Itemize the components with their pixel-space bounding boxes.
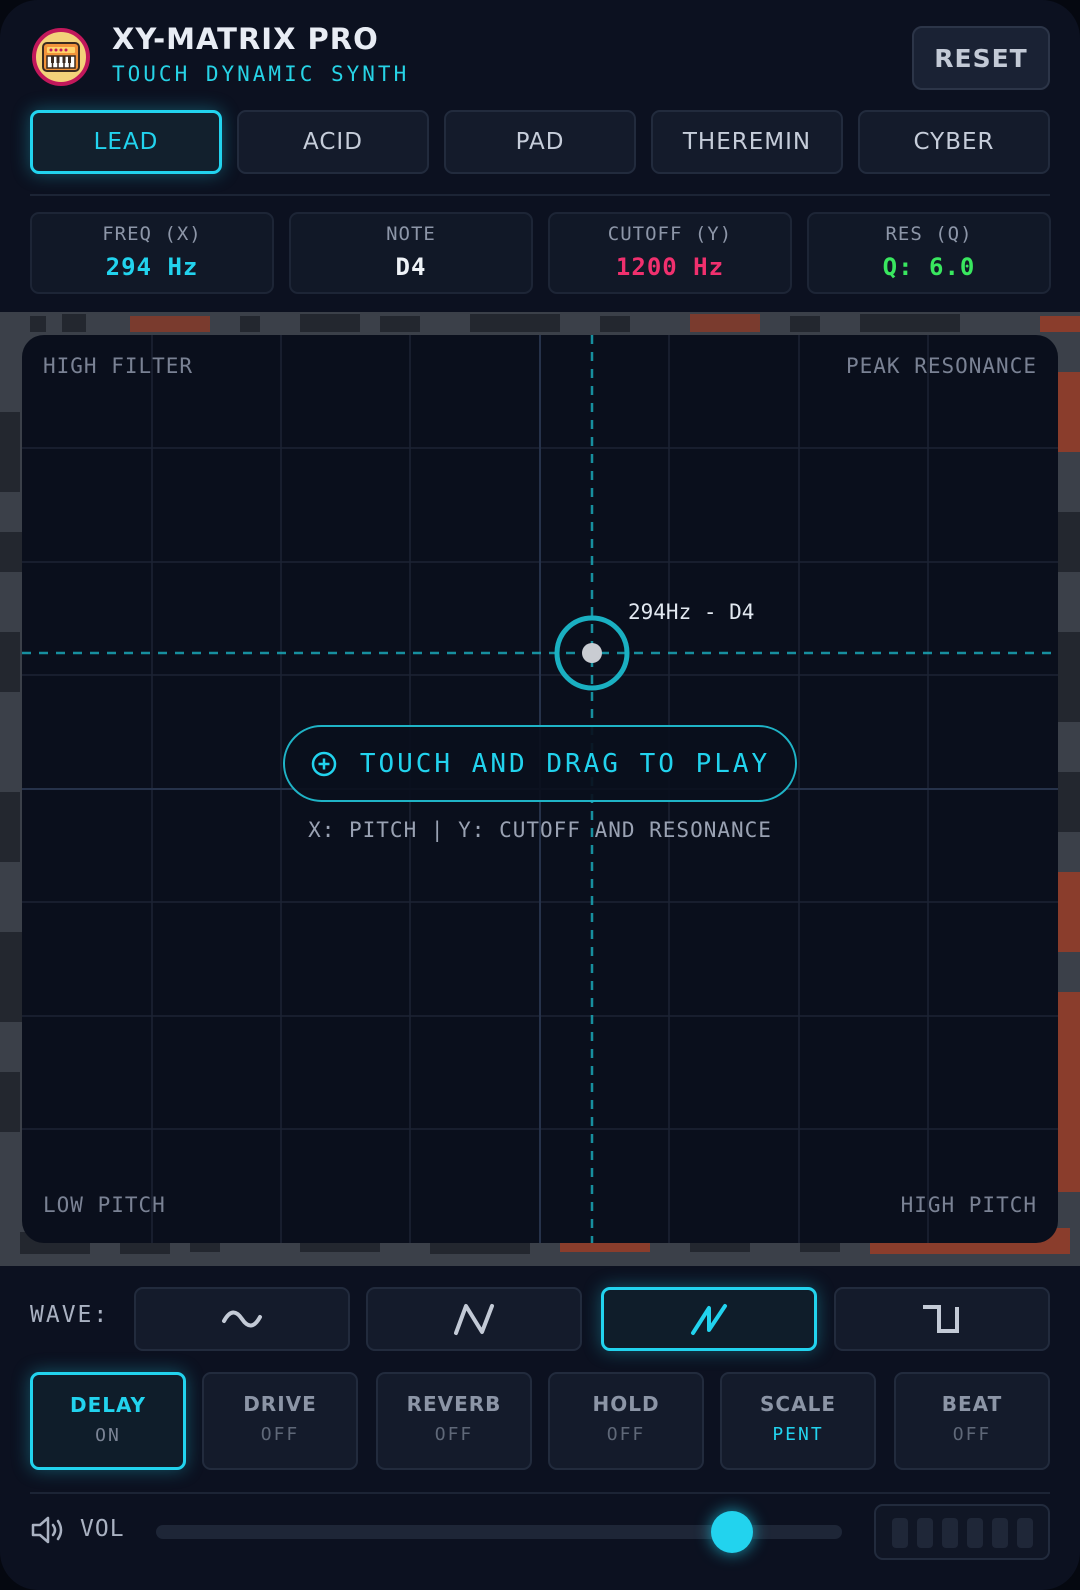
wave-square-button[interactable] <box>834 1287 1050 1351</box>
meter-segment <box>992 1518 1008 1548</box>
preset-tab-acid[interactable]: ACID <box>237 110 429 174</box>
readout-value: 1200 Hz <box>615 253 725 281</box>
cursor-readout: 294Hz - D4 <box>628 600 755 624</box>
fx-state: OFF <box>434 1424 474 1445</box>
fx-delay-button[interactable]: DELAY ON <box>30 1372 186 1470</box>
readout-cutoff: CUTOFF (Y) 1200 Hz <box>548 212 792 294</box>
meter-segment <box>942 1518 958 1548</box>
sawtooth-wave-icon <box>691 1304 727 1335</box>
fx-state: PENT <box>772 1424 824 1445</box>
divider <box>30 1492 1050 1494</box>
volume-label: VOL <box>80 1516 125 1542</box>
preset-tabs: LEAD ACID PAD THEREMIN CYBER <box>30 110 1050 174</box>
meter-segment <box>917 1518 933 1548</box>
fx-state: ON <box>95 1425 121 1446</box>
pad-corner-label: LOW PITCH <box>43 1193 166 1217</box>
pad-corner-label: HIGH FILTER <box>43 354 194 378</box>
fx-name: DELAY <box>69 1393 147 1417</box>
touch-prompt-text: TOUCH AND DRAG TO PLAY <box>359 748 771 779</box>
readout-note: NOTE D4 <box>289 212 533 294</box>
triangle-wave-icon <box>454 1304 494 1335</box>
volume-slider-thumb[interactable] <box>711 1511 754 1553</box>
readout-value: 294 Hz <box>105 253 199 281</box>
readout-resonance: RES (Q) Q: 6.0 <box>807 212 1051 294</box>
readout-freq: FREQ (X) 294 Hz <box>30 212 274 294</box>
preset-tab-theremin[interactable]: THEREMIN <box>651 110 843 174</box>
fx-reverb-button[interactable]: REVERB OFF <box>376 1372 532 1470</box>
reset-button[interactable]: RESET <box>912 26 1050 90</box>
readout-label: CUTOFF (Y) <box>607 223 733 245</box>
preset-tab-cyber[interactable]: CYBER <box>858 110 1050 174</box>
fx-state: OFF <box>260 1424 300 1445</box>
readout-label: FREQ (X) <box>102 223 202 245</box>
readout-label: RES (Q) <box>885 223 973 245</box>
level-meter <box>874 1504 1050 1560</box>
preset-tab-lead[interactable]: LEAD <box>30 110 222 174</box>
wave-label: WAVE: <box>30 1302 110 1328</box>
fx-name: HOLD <box>592 1392 660 1416</box>
fx-state: OFF <box>606 1424 646 1445</box>
fx-name: REVERB <box>406 1392 502 1416</box>
touch-prompt: TOUCH AND DRAG TO PLAY <box>283 725 797 802</box>
fx-name: DRIVE <box>243 1392 317 1416</box>
pad-corner-label: PEAK RESONANCE <box>845 354 1037 378</box>
divider <box>30 194 1050 196</box>
sine-wave-icon <box>222 1310 262 1328</box>
fx-hold-button[interactable]: HOLD OFF <box>548 1372 704 1470</box>
fx-drive-button[interactable]: DRIVE OFF <box>202 1372 358 1470</box>
fx-name: BEAT <box>941 1392 1003 1416</box>
readout-value: Q: 6.0 <box>882 253 976 281</box>
wave-sine-button[interactable] <box>134 1287 350 1351</box>
fx-beat-button[interactable]: BEAT OFF <box>894 1372 1050 1470</box>
wave-triangle-button[interactable] <box>366 1287 582 1351</box>
wave-sawtooth-button[interactable] <box>601 1287 817 1351</box>
keyboard-logo-icon <box>32 28 90 86</box>
preset-tab-pad[interactable]: PAD <box>444 110 636 174</box>
meter-segment <box>1017 1518 1033 1548</box>
fx-scale-button[interactable]: SCALE PENT <box>720 1372 876 1470</box>
readout-label: NOTE <box>386 223 436 245</box>
readout-value: D4 <box>395 253 427 281</box>
square-wave-icon <box>923 1305 959 1333</box>
meter-segment <box>892 1518 908 1548</box>
speaker-icon[interactable] <box>30 1514 66 1546</box>
fx-state: OFF <box>952 1424 992 1445</box>
crosshair-plus-icon <box>311 751 337 776</box>
axes-hint: X: PITCH | Y: CUTOFF AND RESONANCE <box>308 818 772 842</box>
fx-name: SCALE <box>760 1392 836 1416</box>
meter-segment <box>967 1518 983 1548</box>
app-title: XY-MATRIX PRO <box>112 22 379 56</box>
app-subtitle: TOUCH DYNAMIC SYNTH <box>112 62 410 86</box>
pad-corner-label: HIGH PITCH <box>900 1193 1037 1217</box>
synth-app: XY-MATRIX PRO TOUCH DYNAMIC SYNTH RESET … <box>0 0 1080 1590</box>
